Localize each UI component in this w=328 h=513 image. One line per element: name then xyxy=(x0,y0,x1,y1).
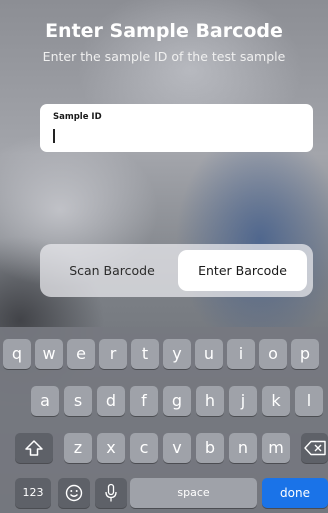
key-b[interactable]: b xyxy=(196,433,224,463)
mode-toggle: Scan Barcode Enter Barcode xyxy=(40,244,313,297)
key-a[interactable]: a xyxy=(31,386,59,416)
scan-barcode-button[interactable]: Scan Barcode xyxy=(46,250,178,291)
numbers-key[interactable]: 123 xyxy=(15,478,51,508)
key-e[interactable]: e xyxy=(67,339,95,369)
emoji-face-icon xyxy=(65,484,83,502)
key-v[interactable]: v xyxy=(163,433,191,463)
key-k[interactable]: k xyxy=(262,386,290,416)
shift-arrow-icon xyxy=(25,440,43,456)
key-g[interactable]: g xyxy=(163,386,191,416)
microphone-icon xyxy=(105,483,117,502)
key-r[interactable]: r xyxy=(99,339,127,369)
backspace-key[interactable] xyxy=(301,433,328,463)
enter-barcode-button[interactable]: Enter Barcode xyxy=(178,250,307,291)
done-key[interactable]: done xyxy=(262,478,328,508)
key-i[interactable]: i xyxy=(227,339,255,369)
key-d[interactable]: d xyxy=(97,386,125,416)
sample-id-label: Sample ID xyxy=(53,112,102,122)
key-p[interactable]: p xyxy=(291,339,319,369)
key-h[interactable]: h xyxy=(196,386,224,416)
key-u[interactable]: u xyxy=(195,339,223,369)
key-m[interactable]: m xyxy=(262,433,290,463)
backspace-icon xyxy=(303,440,326,456)
key-y[interactable]: y xyxy=(163,339,191,369)
onscreen-keyboard: q w e r t y u i o p a s d f g h j k l z … xyxy=(0,327,328,513)
page-subtitle: Enter the sample ID of the test sample xyxy=(42,49,286,64)
key-c[interactable]: c xyxy=(130,433,158,463)
key-s[interactable]: s xyxy=(64,386,92,416)
shift-key[interactable] xyxy=(15,433,53,463)
microphone-key[interactable] xyxy=(95,478,127,508)
key-l[interactable]: l xyxy=(295,386,323,416)
sample-id-field[interactable]: Sample ID xyxy=(40,104,313,152)
key-j[interactable]: j xyxy=(229,386,257,416)
text-caret xyxy=(53,129,55,143)
key-n[interactable]: n xyxy=(229,433,257,463)
key-z[interactable]: z xyxy=(64,433,92,463)
page-title: Enter Sample Barcode xyxy=(45,20,283,42)
key-o[interactable]: o xyxy=(259,339,287,369)
key-x[interactable]: x xyxy=(97,433,125,463)
key-t[interactable]: t xyxy=(131,339,159,369)
space-key[interactable]: space xyxy=(130,478,257,508)
key-f[interactable]: f xyxy=(130,386,158,416)
key-q[interactable]: q xyxy=(3,339,31,369)
key-w[interactable]: w xyxy=(35,339,63,369)
emoji-key[interactable] xyxy=(58,478,90,508)
